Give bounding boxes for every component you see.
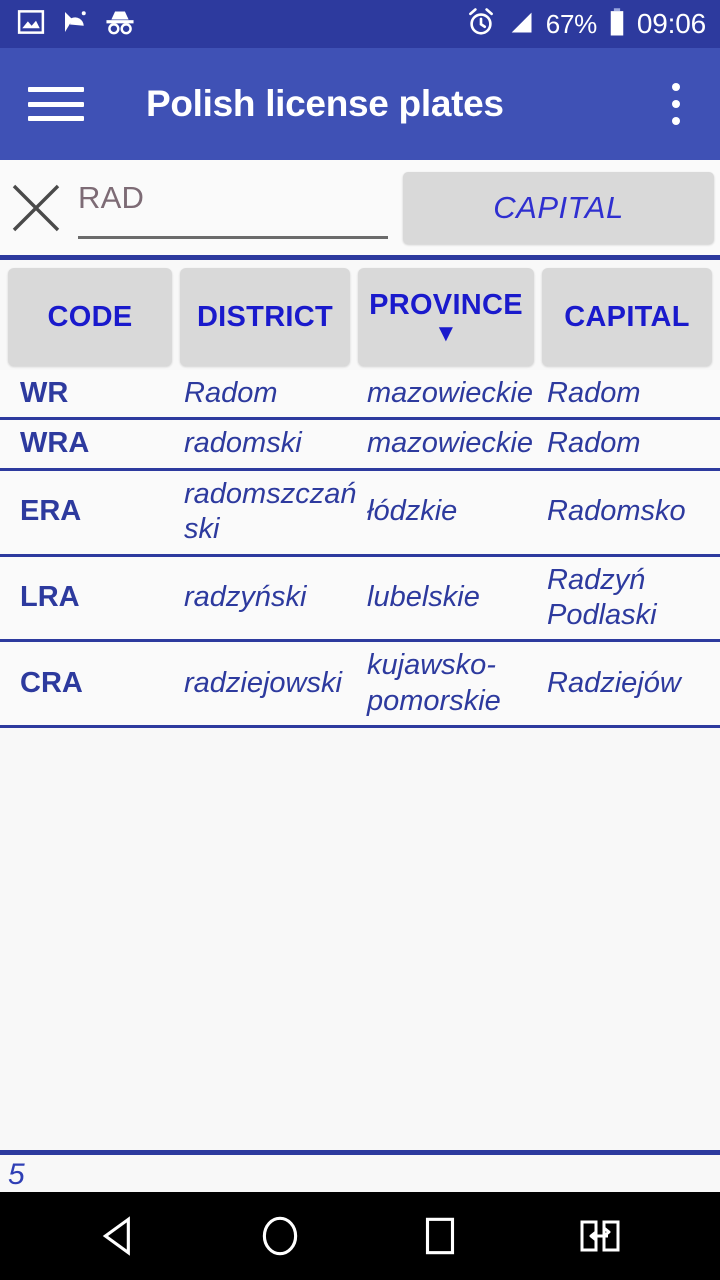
column-header-row: CODE DISTRICT PROVINCE ▼ CAPITAL (0, 268, 720, 366)
rotate-screen-icon[interactable] (555, 1206, 645, 1266)
recents-square-icon[interactable] (395, 1206, 485, 1266)
cell-district: radomski (184, 427, 302, 460)
android-status-bar: 67% 09:06 (0, 0, 720, 48)
capital-filter-button[interactable]: CAPITAL (403, 172, 714, 244)
status-bar-left-icons (16, 7, 136, 42)
sort-descending-arrow-icon: ▼ (433, 320, 459, 348)
cell-province: mazowieckie (367, 377, 533, 409)
incognito-glasses-icon (104, 7, 136, 42)
cell-district: radzyński (184, 581, 307, 614)
close-x-icon[interactable] (8, 180, 64, 236)
column-header-code-label: CODE (47, 300, 133, 333)
app-root: 67% 09:06 Polish license plates RAD CAPI… (0, 0, 720, 1280)
satellite-dish-icon (60, 7, 90, 42)
image-icon (16, 7, 46, 42)
status-bar-clock: 09:06 (636, 8, 706, 39)
hamburger-menu-icon[interactable] (28, 82, 84, 126)
cell-code: CRA (20, 666, 83, 699)
cell-capital: Radomsko (547, 495, 686, 528)
column-header-district[interactable]: DISTRICT (180, 268, 350, 366)
result-count-label: 5 (8, 1158, 25, 1191)
table-row[interactable]: ERA radomszczański łódzkie Radomsko (0, 470, 720, 557)
column-header-district-label: DISTRICT (196, 300, 334, 333)
cell-code: WR (20, 377, 69, 409)
back-triangle-icon[interactable] (75, 1206, 165, 1266)
signal-strength-icon (506, 8, 536, 41)
cell-district: radziejowski (184, 666, 342, 699)
cell-capital: Radom (547, 427, 641, 460)
column-header-capital[interactable]: CAPITAL (542, 268, 712, 366)
app-bar: Polish license plates (0, 48, 720, 160)
header-divider (0, 255, 720, 260)
cell-capital: Radziejów (547, 666, 681, 699)
cell-code: LRA (20, 581, 80, 614)
page-title: Polish license plates (146, 83, 504, 124)
table-row[interactable]: LRA radzyński lubelskie Radzyń Podlaski (0, 556, 720, 643)
column-header-province[interactable]: PROVINCE ▼ (358, 268, 534, 366)
cell-province: lubelskie (367, 581, 480, 614)
cell-province: kujawsko-pomorskie (367, 649, 501, 717)
alarm-clock-icon (466, 7, 496, 42)
cell-capital: Radom (547, 377, 641, 409)
overflow-menu-icon[interactable] (656, 81, 696, 127)
cell-district: Radom (184, 377, 278, 409)
cell-code: WRA (20, 427, 90, 460)
battery-percent-label: 67% (545, 9, 597, 39)
table-row[interactable]: WR Radom mazowieckie Radom (0, 370, 720, 421)
search-input[interactable]: RAD (78, 177, 388, 239)
status-bar-right-icons: 67% 09:06 (466, 7, 706, 42)
cell-province: łódzkie (367, 495, 458, 528)
cell-province: mazowieckie (367, 427, 533, 460)
cell-capital: Radzyń Podlaski (547, 563, 657, 631)
battery-icon (607, 7, 627, 42)
results-table: WR Radom mazowieckie Radom WRA radomski … (0, 370, 720, 728)
column-header-capital-label: CAPITAL (564, 300, 690, 333)
footer-divider (0, 1150, 720, 1155)
table-row[interactable]: CRA radziejowski kujawsko-pomorskie Radz… (0, 642, 720, 728)
cell-district: radomszczański (184, 477, 357, 546)
android-navigation-bar (0, 1192, 720, 1280)
column-header-province-label: PROVINCE (369, 288, 523, 321)
table-row[interactable]: WRA radomski mazowieckie Radom (0, 420, 720, 471)
column-header-code[interactable]: CODE (8, 268, 172, 366)
home-circle-icon[interactable] (235, 1206, 325, 1266)
search-input-value: RAD (78, 179, 145, 215)
cell-code: ERA (20, 495, 82, 528)
